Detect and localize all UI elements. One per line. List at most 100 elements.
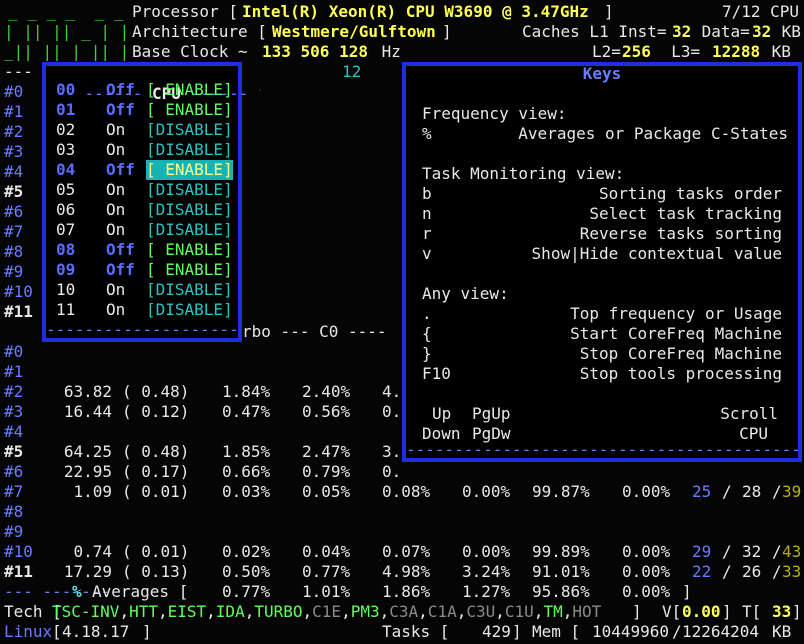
cpu-id: 00: [56, 80, 76, 99]
l2-label: L2=: [592, 42, 621, 61]
tech-flags: TSC-INV,HTT,EIST,IDA,TURBO,C1E,PM3,C3A,C…: [52, 602, 601, 622]
freq-ratio: ( 0.13): [122, 562, 190, 581]
footer-row: Linux [ 4.18.17 ] Tasks [ 429 ] Mem [ 10…: [0, 622, 804, 642]
hz-unit: Hz: [372, 42, 401, 61]
cpu-label-3: #3: [4, 142, 24, 161]
freq-row-6: #6 22.95 ( 0.17) 0.66% 0.79% 0.: [0, 462, 804, 482]
cpu-row-06[interactable]: 06 On [DISABLE]: [56, 200, 240, 220]
tech-flag-sep: ,: [244, 602, 255, 621]
avg-close: ]: [682, 582, 692, 601]
freq-turbo: 1.85%: [222, 442, 271, 461]
freq-key: %: [422, 124, 432, 143]
freq-c6: 99.87%: [532, 482, 590, 501]
freq-ratio: ( 0.01): [122, 542, 190, 561]
freq-c6: 91.01%: [532, 562, 590, 581]
corefreq-terminal: { "header":{ "meter_l1":"_ _ _ _ _ _", "…: [0, 0, 804, 644]
freq-row-8: #8: [0, 502, 804, 522]
enable-button[interactable]: [ ENABLE]: [146, 160, 233, 180]
cpu-row-01[interactable]: 01 Off [ ENABLE]: [56, 100, 240, 120]
freq-c1: 3.: [382, 442, 402, 461]
separator-cpu-count: 12: [342, 62, 362, 81]
avg-c3: 1.27%: [462, 582, 511, 601]
tech-flag-tsc-inv: TSC-INV: [52, 602, 120, 621]
cpu-state: On: [106, 280, 126, 299]
header-row-processor: _ _ _ _ _ _ Processor [ Intel(R) Xeon(R)…: [0, 2, 804, 22]
freq-row-11: #11 17.29 ( 0.13) 0.50% 0.77% 4.98% 3.24% 91.01…: [0, 562, 804, 582]
os-name: Linux: [4, 622, 53, 641]
disable-button[interactable]: [DISABLE]: [146, 120, 233, 140]
cpu-label-5: #5: [4, 182, 24, 201]
cpu-row-00[interactable]: 00 Off [ ENABLE]: [56, 80, 240, 100]
l3-value: 12288: [712, 42, 761, 61]
freq-c0: 2.47%: [302, 442, 351, 461]
cpu-id: 02: [56, 120, 76, 139]
freq-value: 16.44: [63, 402, 112, 421]
cpu-row-04[interactable]: 04 Off [ ENABLE]: [56, 160, 240, 180]
disable-button[interactable]: [DISABLE]: [146, 180, 233, 200]
task-desc-0: Sorting tasks order: [598, 184, 782, 203]
cpu-id: 04: [56, 160, 76, 179]
l1-inst-value: 32: [672, 22, 692, 41]
freq-turbo: 0.02%: [222, 542, 271, 561]
temp-max: 43: [782, 542, 802, 561]
enable-button[interactable]: [ ENABLE]: [146, 240, 233, 260]
cpu-count: 7/12 CPU: [722, 2, 800, 21]
task-desc-3: Show|Hide contextual value: [531, 244, 782, 263]
enable-button[interactable]: [ ENABLE]: [146, 80, 233, 100]
disable-button[interactable]: [DISABLE]: [146, 300, 233, 320]
cpu-state: Off: [106, 80, 135, 99]
freq-cpu-label: #9: [4, 522, 24, 541]
task-view-heading: Task Monitoring view:: [422, 164, 625, 183]
freq-turbo: 1.84%: [222, 382, 271, 401]
tech-flag-sep: ,: [341, 602, 351, 621]
cpu-row-10[interactable]: 10 On [DISABLE]: [56, 280, 240, 300]
tech-flag-c3a: C3A: [389, 602, 419, 621]
caches-label: Caches L1 Inst=: [522, 22, 667, 41]
processor-close: ]: [604, 2, 614, 21]
cpu-row-03[interactable]: 03 On [DISABLE]: [56, 140, 240, 160]
freq-c1: 0.: [382, 402, 402, 421]
architecture-label: Architecture [: [132, 22, 267, 41]
l2-value: 256: [622, 42, 651, 61]
freq-turbo: 0.03%: [222, 482, 271, 501]
disable-button[interactable]: [DISABLE]: [146, 200, 233, 220]
temp-sep: /: [772, 562, 782, 581]
cpu-id: 01: [56, 100, 76, 119]
cpu-row-11[interactable]: 11 On [DISABLE]: [56, 300, 240, 320]
separator-dashes: ---: [4, 62, 33, 81]
cpu-id: 09: [56, 260, 76, 279]
freq-c1: 4.98%: [382, 562, 431, 581]
activity-meter-1: _ _ _ _ _ _: [8, 2, 124, 21]
enable-button[interactable]: [ ENABLE]: [146, 260, 233, 280]
disable-button[interactable]: [DISABLE]: [146, 280, 233, 300]
cpu-row-09[interactable]: 09 Off [ ENABLE]: [56, 260, 240, 280]
freq-c6: 99.89%: [532, 542, 590, 561]
task-key-3: v: [422, 244, 432, 263]
cpu-label-9: #9: [4, 262, 24, 281]
tech-flag-sep: ,: [495, 602, 505, 621]
averages-row: --- ------- % Averages [ 0.77% 1.01% 1.8…: [0, 582, 804, 602]
freq-c3: 0.00%: [462, 482, 511, 501]
avg-c1: 1.86%: [382, 582, 431, 601]
kb-unit: KB: [772, 22, 801, 41]
mem-label: Mem [: [532, 622, 581, 641]
cpu-row-08[interactable]: 08 Off [ ENABLE]: [56, 240, 240, 260]
cpu-window-bottom: ----------------------: [46, 320, 238, 339]
disable-button[interactable]: [DISABLE]: [146, 140, 233, 160]
cpu-label-6: #6: [4, 202, 24, 221]
freq-c0: 0.56%: [302, 402, 351, 421]
freq-c3: 0.00%: [462, 542, 511, 561]
tasks-label: Tasks [: [382, 622, 450, 641]
keys-window-titlebar: Keys: [406, 64, 798, 84]
cpu-row-02[interactable]: 02 On [DISABLE]: [56, 120, 240, 140]
cpu-window[interactable]: ------ CPU ------ 00 Off[ ENABLE] 01 Off[ E…: [42, 62, 248, 342]
l3-unit: KB: [762, 42, 791, 61]
cpu-row-07[interactable]: 07 On [DISABLE]: [56, 220, 240, 240]
cpu-id: 07: [56, 220, 76, 239]
cpu-label-8: #8: [4, 242, 24, 261]
disable-button[interactable]: [DISABLE]: [146, 220, 233, 240]
tech-flag-c1u: C1U: [504, 602, 534, 621]
tech-flag-htt: HTT: [129, 602, 158, 621]
cpu-row-05[interactable]: 05 On [DISABLE]: [56, 180, 240, 200]
enable-button[interactable]: [ ENABLE]: [146, 100, 233, 120]
